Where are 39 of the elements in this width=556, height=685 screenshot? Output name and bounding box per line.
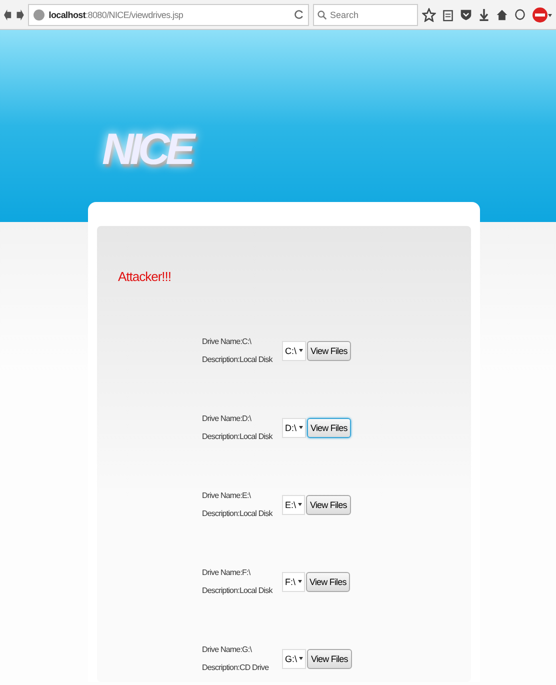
view-files-button[interactable]: View Files	[306, 418, 352, 438]
drive-description: Description:Local Disk	[202, 509, 274, 518]
drive-dropdown[interactable]: D:\	[282, 418, 306, 438]
clipboard-icon[interactable]	[442, 8, 454, 22]
forward-arrow-icon[interactable]	[16, 8, 24, 22]
drive-name: Drive Name:G:\	[202, 645, 253, 654]
alert-message: Attacker!!!	[118, 269, 172, 284]
view-files-button[interactable]: View Files	[307, 648, 352, 668]
drive-description: Description:Local Disk	[202, 432, 274, 441]
url-text: localhost:8080/NICE/viewdrives.jsp	[48, 10, 184, 20]
view-files-button[interactable]: View Files	[306, 572, 350, 592]
logo-text: NICE	[102, 128, 192, 172]
drive-name: Drive Name:E:\	[202, 491, 252, 500]
back-arrow-icon[interactable]	[4, 8, 12, 22]
drive-description: Description:Local Disk	[202, 355, 274, 364]
drive-dropdown[interactable]: E:\	[282, 494, 306, 514]
drive-dropdown[interactable]: C:\	[282, 340, 306, 360]
caret-icon	[298, 426, 303, 429]
reload-icon[interactable]	[294, 9, 304, 20]
home-icon[interactable]	[496, 8, 508, 22]
drive-description: Description:CD Drive	[202, 663, 270, 672]
address-bar[interactable]: localhost:8080/NICE/viewdrives.jsp	[28, 4, 309, 26]
caret-icon	[298, 349, 303, 352]
stop-sign-icon[interactable]	[532, 6, 552, 22]
shield-icon[interactable]	[460, 8, 472, 22]
caret-icon	[298, 503, 302, 506]
drive-dropdown[interactable]: G:\	[282, 648, 306, 668]
view-files-button[interactable]: View Files	[306, 340, 352, 360]
view-files-button[interactable]: View Files	[306, 494, 351, 514]
star-icon[interactable]	[422, 8, 436, 22]
drive-name: Drive Name:C:\	[202, 337, 252, 346]
drive-dropdown[interactable]: F:\	[282, 572, 304, 592]
drive-description: Description:Local Disk	[202, 586, 274, 595]
drive-name: Drive Name:F:\	[202, 568, 252, 577]
drive-name: Drive Name:D:\	[202, 414, 252, 423]
search-field[interactable]: Search	[313, 4, 418, 26]
download-icon[interactable]	[478, 8, 490, 22]
caret-icon	[298, 580, 302, 583]
caret-icon	[299, 657, 304, 660]
